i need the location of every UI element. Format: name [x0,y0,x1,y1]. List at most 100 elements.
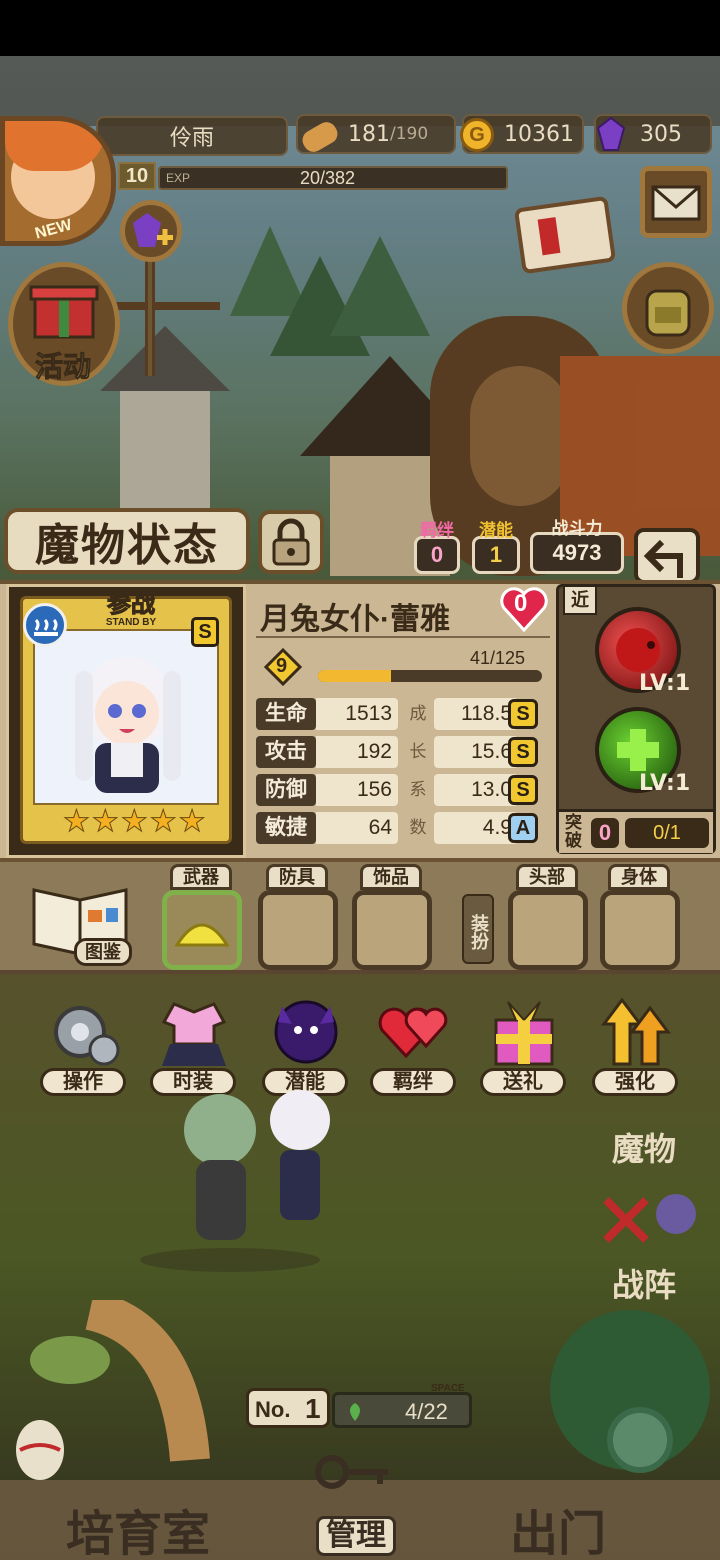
yellow-pile-icon [174,923,230,947]
add-gem-button[interactable] [120,200,182,262]
stat-value: 1513 [316,698,398,730]
weapon-slot[interactable] [162,890,242,970]
monster-level-badge: 9 [263,647,303,687]
gold-value: 10361 [504,121,574,147]
star-rating: ★ ★ ★ ★ ★ [63,805,207,839]
enhance-label: 强化 [592,1068,678,1096]
double-heart-icon [378,1007,448,1059]
monster-exp-bar [318,670,542,682]
growth-value: 15.6 [434,736,518,768]
stamina-max: /190 [390,124,429,144]
stat-value: 156 [316,774,398,806]
present-icon [494,1001,554,1066]
gift-button[interactable]: 送礼 [480,994,570,1102]
player-name-bar: 伶雨 [96,116,288,156]
operate-button[interactable]: 操作 [40,994,130,1102]
backpack-icon [645,289,691,337]
codex-button[interactable]: 图鉴 [26,880,136,966]
stat-row: 敏捷 64 数 4.9 A [256,812,546,844]
slot-tab-body: 身体 [608,864,670,890]
exp-text: 20/382 [300,168,356,188]
back-arrow-icon [643,539,683,578]
player-avatar[interactable]: NEW [0,116,116,246]
go-out-tab[interactable]: 出门 [510,1494,606,1560]
stat-row: 防御 156 系 13.0 S [256,774,546,806]
pen-prefix: No. [255,1397,291,1422]
gear-icon [54,1006,120,1066]
back-button[interactable] [634,528,700,584]
growth-value: 118.5 [434,698,518,730]
gold-coin-icon: G [460,118,494,152]
breakthrough-value: 0 [591,818,619,848]
power-label: 战斗力 [551,519,603,538]
enhance-button[interactable]: 强化 [592,994,682,1102]
bag-button[interactable] [622,262,714,354]
tree-portal [550,1310,710,1473]
affection-value: 0 [514,590,528,617]
skill-1-level: LV:1 [639,671,691,696]
game-screen: 伶雨 181/190 10361 G 305 NEW 10 EXP 20/382 [0,0,720,1560]
sprout-icon [350,1403,360,1421]
pen-capacity: SPACE 4/22 [332,1383,472,1428]
quest-scroll-icon[interactable] [500,190,630,280]
potential-badge: 潜能 1 [472,521,520,574]
purple-gem-icon [596,116,626,151]
head-slot[interactable] [508,890,588,970]
water-element-icon [34,618,58,636]
gem-value: 305 [640,121,682,147]
nursery-tab[interactable]: 培育室 [66,1494,210,1560]
skill-panel: 近 LV:1 LV:1 突破 0 0/1 [556,584,716,854]
monster-portrait-illustration [75,657,181,793]
activity-button[interactable]: 活动 [8,262,120,386]
operate-label: 操作 [40,1068,126,1096]
element-badge [23,603,67,647]
range-tag: 近 [563,585,597,615]
bond-badge: 羁绊 0 [414,521,460,574]
monsters-tab[interactable]: 魔物 [612,1124,676,1170]
pen-number: 1 [305,1393,321,1424]
power-badge: 战斗力 4973 [530,519,624,574]
star-icon: ★ [91,805,119,839]
card-rank-badge: S [191,617,219,647]
breakthrough-progress: 0/1 [625,818,709,848]
player-level: 10 [118,162,156,190]
stat-value: 64 [316,812,398,844]
mail-button[interactable] [640,166,712,238]
body-slot[interactable] [600,890,680,970]
dress-icon [161,1002,227,1066]
incubator-nest [16,1300,210,1480]
codex-label: 图鉴 [74,938,132,966]
monsters-in-pen [140,1090,330,1272]
manage-label: 管理 [316,1516,396,1556]
stat-label: 防御 [256,774,316,806]
formation-button[interactable]: 战阵 [596,1180,716,1304]
breakthrough-row: 突破 0 0/1 [559,809,713,853]
star-icon: ★ [120,805,148,839]
growth-char: 长 [409,742,427,761]
slot-tab-armor: 防具 [266,864,328,890]
affection-heart[interactable]: 0 [498,584,550,634]
bond-button[interactable]: 羁绊 [370,994,460,1102]
shadow-demon-icon [274,1000,338,1064]
monster-card[interactable]: 参战 STAND BY S ★ ★ ★ ★ ★ [20,592,232,844]
growth-value: 4.9 [434,812,518,844]
star-icon: ★ [149,805,177,839]
growth-value: 13.0 [434,774,518,806]
up-arrows-icon [601,997,671,1066]
status-bar [0,0,720,56]
skill-2-level: LV:1 [639,771,691,796]
armor-slot[interactable] [258,890,338,970]
gift-box-icon [29,285,99,339]
monster-exp-text: 41/125 [470,648,526,668]
player-exp-bar: EXP 20/382 [158,166,508,190]
dressup-label: 装扮 [462,894,494,964]
manage-tab[interactable]: 管理 [296,1444,416,1560]
monster-name-row: 月兔女仆·蕾雅 0 [252,586,550,636]
bond-label: 羁绊 [420,521,454,540]
standby-sub: STAND BY [105,617,157,628]
accessory-slot[interactable] [352,890,432,970]
lock-button[interactable] [258,510,324,574]
monster-exp-fill [318,670,392,682]
player-name: 伶雨 [169,126,214,151]
stat-row: 攻击 192 长 15.6 S [256,736,546,768]
